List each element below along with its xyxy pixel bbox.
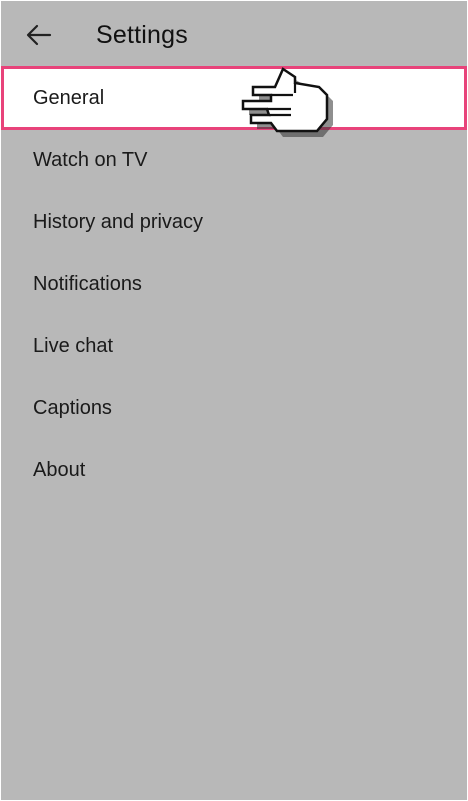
settings-item-label: Notifications — [33, 273, 142, 295]
arrow-left-icon — [26, 24, 52, 46]
settings-item-about[interactable]: About — [1, 439, 467, 501]
settings-item-label: General — [33, 87, 105, 109]
settings-item-label: History and privacy — [33, 211, 204, 233]
settings-item-history-and-privacy[interactable]: History and privacy — [1, 191, 467, 253]
settings-list: General Watch on TV History and privacy … — [1, 66, 467, 501]
page-title: Settings — [96, 21, 188, 49]
settings-item-label: About — [33, 459, 86, 481]
settings-item-live-chat[interactable]: Live chat — [1, 315, 467, 377]
settings-item-label: Watch on TV — [33, 149, 148, 171]
settings-screen: Settings General Watch on TV History and… — [1, 1, 467, 800]
app-bar: Settings — [1, 1, 467, 67]
settings-item-label: Captions — [33, 397, 112, 419]
settings-item-notifications[interactable]: Notifications — [1, 253, 467, 315]
settings-item-watch-on-tv[interactable]: Watch on TV — [1, 129, 467, 191]
back-button[interactable] — [19, 15, 59, 55]
settings-item-label: Live chat — [33, 335, 114, 357]
settings-item-general[interactable]: General — [1, 66, 467, 130]
settings-item-captions[interactable]: Captions — [1, 377, 467, 439]
